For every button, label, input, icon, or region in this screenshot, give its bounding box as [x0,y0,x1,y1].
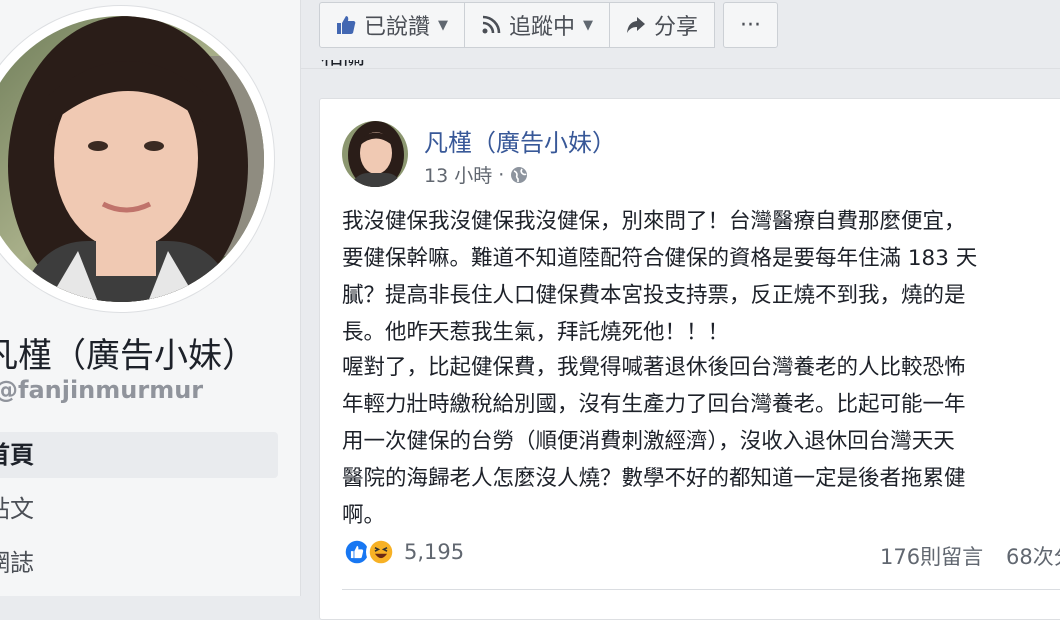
shares-count[interactable]: 68次分享 [1006,541,1060,571]
post-author-name[interactable]: 凡槿（廣告小妹） [424,123,616,158]
left-column: 凡槿（廣告小妹） @fanjinmurmur 首頁 貼文 網誌 [0,0,300,596]
meta-dot: · [498,163,505,186]
nav-item-posts[interactable]: 貼文 [0,486,278,532]
more-options-button[interactable]: ··· [723,2,779,48]
share-button[interactable]: 分享 [609,2,716,48]
share-label: 分享 [654,15,699,40]
page-name[interactable]: 凡槿（廣告小妹） [0,328,256,377]
post-card: 凡槿（廣告小妹） 13 小時 · 我沒健保我沒健保我沒健保，別來問了！台灣醫療自… [319,98,1060,620]
share-arrow-icon [627,17,646,33]
comments-count[interactable]: 176則留言 [880,541,983,571]
post-author-avatar[interactable] [342,121,408,187]
nav-item-home[interactable]: 首頁 [0,432,278,478]
rss-icon [482,15,501,34]
following-button[interactable]: 追蹤中 ▼ [464,2,611,48]
post-meta: 13 小時 · [424,161,528,188]
following-label: 追蹤中 [509,15,576,40]
section-heading-cut: 相關 [321,60,365,74]
post-paragraph-1: 我沒健保我沒健保我沒健保，別來問了！台灣醫療自費那麼便宜， 要健保幹嘛。難道不知… [342,209,978,345]
section-divider [301,68,1060,69]
post-paragraph-2: 喔對了，比起健保費，我覺得喊著退休後回台灣養老的人比較恐怖 年輕力壯時繳稅給別國… [342,355,966,528]
nav-item-notes[interactable]: 網誌 [0,540,278,586]
reaction-summary[interactable]: 5,195 [342,537,464,567]
liked-button[interactable]: 已說讚 ▼ [319,2,466,48]
page-username[interactable]: @fanjinmurmur [0,376,203,404]
chevron-down-icon: ▼ [583,17,594,33]
haha-icon [366,537,396,567]
post-footer-divider [342,589,1060,590]
profile-picture[interactable] [0,16,264,302]
reaction-count: 5,195 [404,540,465,564]
page-action-bar: 已說讚 ▼ 追蹤中 ▼ 分享 ··· [319,2,779,48]
column-divider [300,0,301,596]
thumbs-up-icon [337,16,356,34]
more-icon: ··· [740,12,762,38]
liked-label: 已說讚 [364,15,431,40]
globe-icon[interactable] [510,166,528,184]
chevron-down-icon: ▼ [438,17,449,33]
profile-picture-frame [0,6,274,312]
post-timestamp[interactable]: 13 小時 [424,161,492,188]
